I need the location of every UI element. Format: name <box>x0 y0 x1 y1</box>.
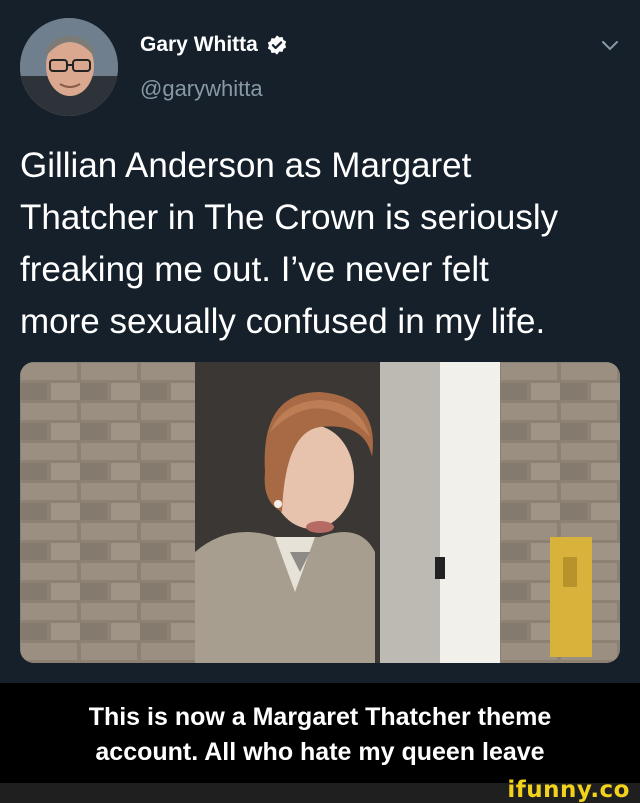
chevron-down-icon[interactable] <box>598 34 622 58</box>
tweet-text-line: Gillian Anderson as Margaret <box>20 146 472 185</box>
avatar[interactable] <box>20 18 118 116</box>
avatar-image <box>20 18 118 116</box>
caption-line: account. All who hate my queen leave <box>95 738 545 766</box>
tweet-photo[interactable] <box>20 362 620 663</box>
watermark-bar: ifunny.co <box>0 777 640 803</box>
photo-image <box>20 362 620 663</box>
verified-badge-icon <box>267 35 287 55</box>
display-name[interactable]: Gary Whitta <box>140 33 258 57</box>
tweet-text-line: freaking me out. I’ve never felt <box>20 250 489 289</box>
tweet-text: Gillian Anderson as Margaret Thatcher in… <box>20 140 625 348</box>
author-handle[interactable]: @garywhitta <box>140 76 263 102</box>
author-name-row[interactable]: Gary Whitta <box>140 33 288 57</box>
tweet-card: Gary Whitta @garywhitta Gillian Anderson… <box>0 0 640 683</box>
tweet-text-line: Thatcher in The Crown is seriously <box>20 198 559 237</box>
tweet-text-line: more sexually confused in my life. <box>20 302 546 341</box>
caption-line: This is now a Margaret Thatcher theme <box>88 703 552 731</box>
meme-caption: This is now a Margaret Thatcher theme ac… <box>0 683 640 783</box>
ifunny-watermark: ifunny.co <box>507 777 630 803</box>
